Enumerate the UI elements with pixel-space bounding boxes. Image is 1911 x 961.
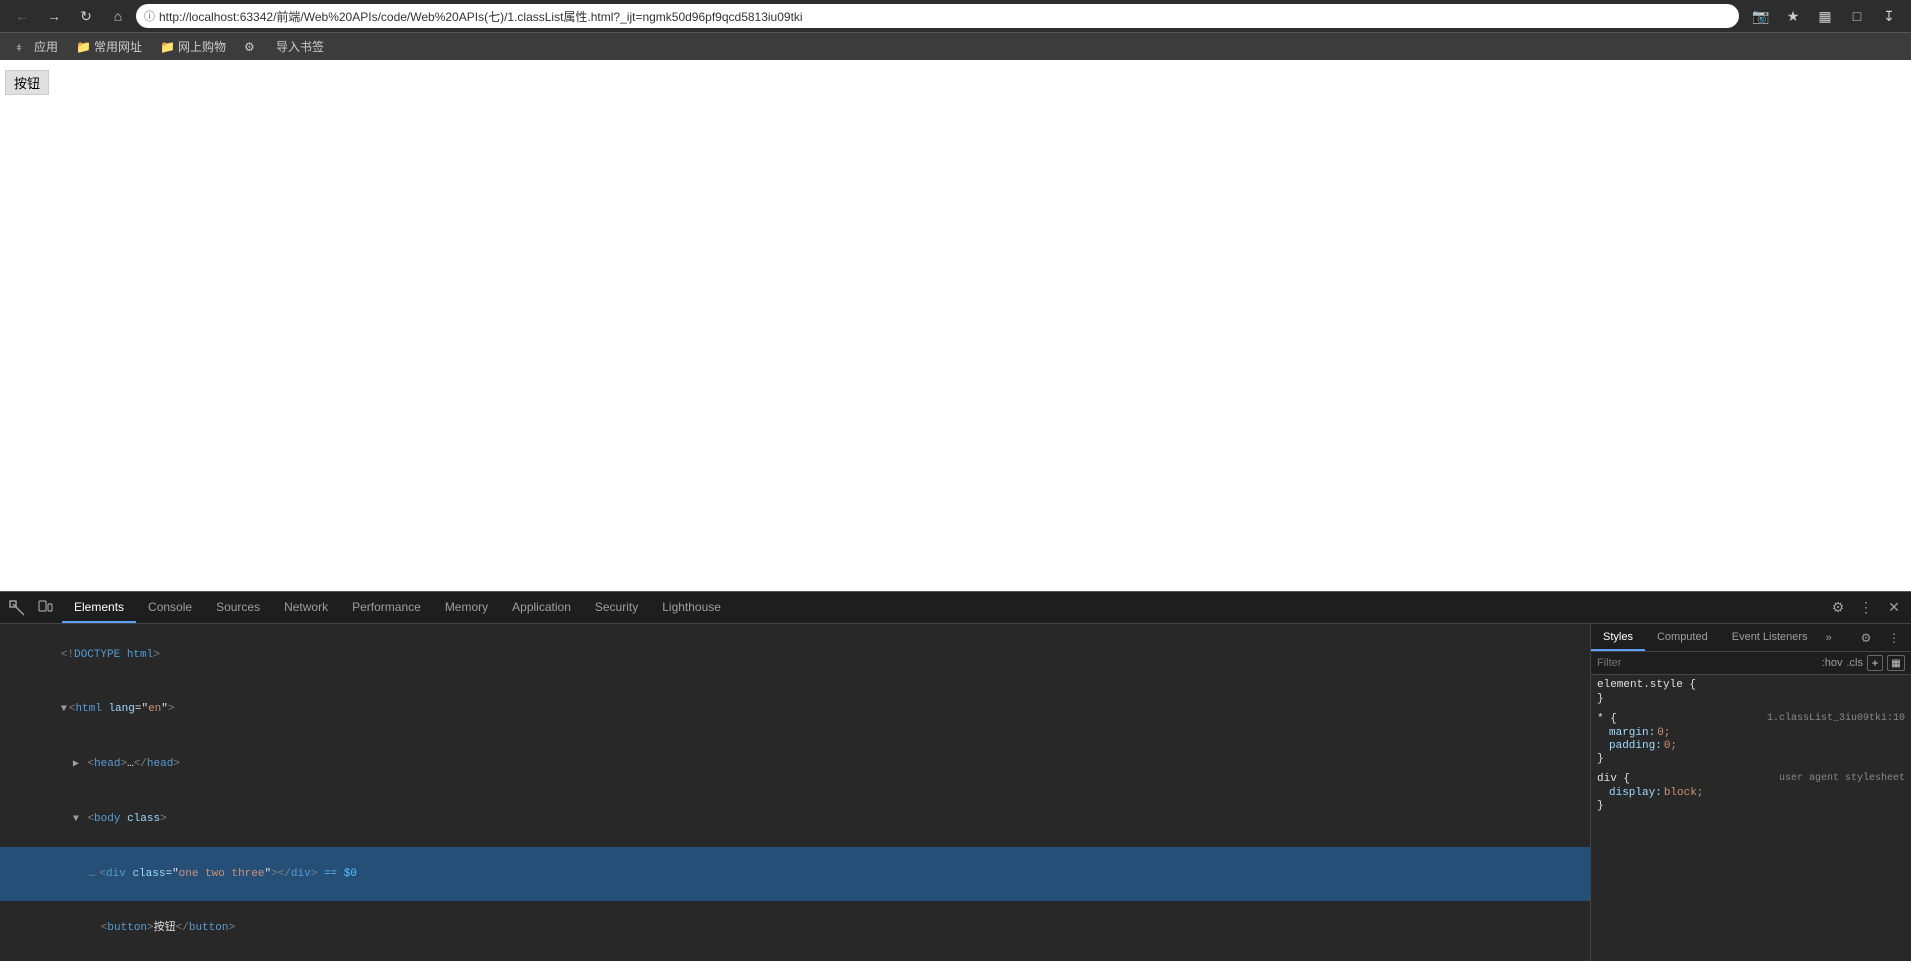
styles-panel: Styles Computed Event Listeners » ⚙ ⋮ : xyxy=(1591,624,1911,961)
download-button[interactable]: ↧ xyxy=(1875,2,1903,30)
tab-lighthouse[interactable]: Lighthouse xyxy=(650,592,733,623)
html-line-button[interactable]: <button>按钮</button> xyxy=(0,901,1590,955)
back-button[interactable]: ← xyxy=(8,2,36,30)
refresh-button[interactable]: ↻ xyxy=(72,2,100,30)
title-bar: ← → ↻ ⌂ ⓘ http://localhost:63342/前端/Web%… xyxy=(0,0,1911,32)
extensions-button[interactable]: ▦ xyxy=(1811,2,1839,30)
tab-console[interactable]: Console xyxy=(136,592,204,623)
device-toolbar-button[interactable] xyxy=(32,595,58,621)
bookmark-import[interactable]: 导入书签 xyxy=(268,36,332,57)
bookmark-shopping[interactable]: 📁 网上购物 xyxy=(152,36,234,57)
tab-memory[interactable]: Memory xyxy=(433,592,500,623)
inspect-element-button[interactable] xyxy=(4,595,30,621)
devtools-toolbar: Elements Console Sources Network Perform… xyxy=(0,592,1911,624)
css-close-brace-1: } xyxy=(1597,693,1905,705)
css-prop-margin[interactable]: margin: 0; xyxy=(1597,727,1905,739)
bookmark-apps[interactable]: ⧧ 应用 xyxy=(8,36,66,57)
html-line-body[interactable]: ▼ <body class> xyxy=(0,792,1590,847)
screenshot-button[interactable]: 📷 xyxy=(1747,2,1775,30)
forward-button[interactable]: → xyxy=(40,2,68,30)
url-text: http://localhost:63342/前端/Web%20APIs/cod… xyxy=(159,8,1731,25)
devtools-body: <!DOCTYPE html> ▼<html lang="en"> ▶ <hea… xyxy=(0,624,1911,961)
html-line-script[interactable]: ▶ <script>…</script> xyxy=(0,955,1590,961)
address-bar[interactable]: ⓘ http://localhost:63342/前端/Web%20APIs/c… xyxy=(136,4,1739,28)
bookmark-import-label: 导入书签 xyxy=(276,38,324,55)
html-line-div-selected[interactable]: …<div class="one two three"></div> == $0 xyxy=(0,847,1590,901)
bookmark-shopping-label: 网上购物 xyxy=(178,38,226,55)
bookmark-apps-label: 应用 xyxy=(34,38,58,55)
styles-right-icons: ⚙ ⋮ xyxy=(1849,624,1911,651)
bookmark-common-label: 常用网址 xyxy=(94,38,142,55)
styles-settings-button[interactable]: ⚙ xyxy=(1853,625,1879,651)
css-selector-universal[interactable]: * { 1.classList_3iu09tki:10 xyxy=(1597,713,1905,725)
tab-security[interactable]: Security xyxy=(583,592,650,623)
styles-tab-more[interactable]: » xyxy=(1820,624,1838,651)
html-line-head[interactable]: ▶ <head>…</head> xyxy=(0,737,1590,792)
html-line-html[interactable]: ▼<html lang="en"> xyxy=(0,682,1590,737)
css-prop-display[interactable]: display: block; xyxy=(1597,787,1905,799)
devtools-right-icons: ⚙ ⋮ ✕ xyxy=(1821,595,1911,621)
css-selector-div[interactable]: div { user agent stylesheet xyxy=(1597,773,1905,785)
hover-pseudo-link[interactable]: :hov xyxy=(1822,657,1843,669)
devtools-panel: Elements Console Sources Network Perform… xyxy=(0,591,1911,961)
css-ua-source: user agent stylesheet xyxy=(1779,773,1905,784)
css-selector-element-style[interactable]: element.style { xyxy=(1597,679,1905,691)
css-block-element-style: element.style { } xyxy=(1597,679,1905,705)
page-content: 按钮 xyxy=(0,60,1911,591)
css-block-div-ua: div { user agent stylesheet display: blo… xyxy=(1597,773,1905,812)
resize-button[interactable]: □ xyxy=(1843,2,1871,30)
styles-tab-event-listeners[interactable]: Event Listeners xyxy=(1720,624,1820,651)
more-options-button[interactable]: ⋮ xyxy=(1853,595,1879,621)
cls-link[interactable]: .cls xyxy=(1847,657,1864,669)
css-source-universal: 1.classList_3iu09tki:10 xyxy=(1767,713,1905,724)
toolbar-right: 📷 ★ ▦ □ ↧ xyxy=(1747,2,1903,30)
apps-icon: ⧧ xyxy=(16,40,30,54)
css-close-brace-3: } xyxy=(1597,800,1905,812)
tab-elements[interactable]: Elements xyxy=(62,592,136,623)
styles-more-button[interactable]: ⋮ xyxy=(1881,625,1907,651)
html-line-doctype[interactable]: <!DOCTYPE html> xyxy=(0,628,1590,682)
settings-devtools-button[interactable]: ⚙ xyxy=(1825,595,1851,621)
page-button[interactable]: 按钮 xyxy=(5,70,49,95)
star-button[interactable]: ★ xyxy=(1779,2,1807,30)
bookmarks-bar: ⧧ 应用 📁 常用网址 📁 网上购物 ⚙ 导入书签 xyxy=(0,32,1911,60)
tab-network[interactable]: Network xyxy=(272,592,340,623)
close-devtools-button[interactable]: ✕ xyxy=(1881,595,1907,621)
styles-tabs: Styles Computed Event Listeners » ⚙ ⋮ xyxy=(1591,624,1911,652)
filter-right: :hov .cls + ▦ xyxy=(1822,655,1905,671)
layout-button[interactable]: ▦ xyxy=(1887,655,1905,671)
bookmark-settings[interactable]: ⚙ xyxy=(236,38,266,56)
css-block-universal: * { 1.classList_3iu09tki:10 margin: 0; p… xyxy=(1597,713,1905,765)
new-rule-button[interactable]: + xyxy=(1867,655,1883,671)
filter-input[interactable] xyxy=(1597,657,1816,669)
tab-performance[interactable]: Performance xyxy=(340,592,433,623)
css-close-brace-2: } xyxy=(1597,753,1905,765)
elements-panel: <!DOCTYPE html> ▼<html lang="en"> ▶ <hea… xyxy=(0,624,1591,961)
folder-icon-1: 📁 xyxy=(76,40,90,54)
devtools-tabs: Elements Console Sources Network Perform… xyxy=(62,592,1821,623)
styles-tab-computed[interactable]: Computed xyxy=(1645,624,1720,651)
tab-application[interactable]: Application xyxy=(500,592,583,623)
tab-sources[interactable]: Sources xyxy=(204,592,272,623)
lock-icon: ⓘ xyxy=(144,8,155,24)
folder-icon-2: 📁 xyxy=(160,40,174,54)
filter-bar: :hov .cls + ▦ xyxy=(1591,652,1911,675)
css-prop-padding[interactable]: padding: 0; xyxy=(1597,740,1905,752)
devtools-left-icons xyxy=(0,595,62,621)
gear-icon: ⚙ xyxy=(244,40,258,54)
styles-tab-styles[interactable]: Styles xyxy=(1591,624,1645,651)
browser-chrome: ← → ↻ ⌂ ⓘ http://localhost:63342/前端/Web%… xyxy=(0,0,1911,60)
bookmark-common[interactable]: 📁 常用网址 xyxy=(68,36,150,57)
home-button[interactable]: ⌂ xyxy=(104,2,132,30)
styles-content: element.style { } * { 1.classList_3iu09t… xyxy=(1591,675,1911,961)
